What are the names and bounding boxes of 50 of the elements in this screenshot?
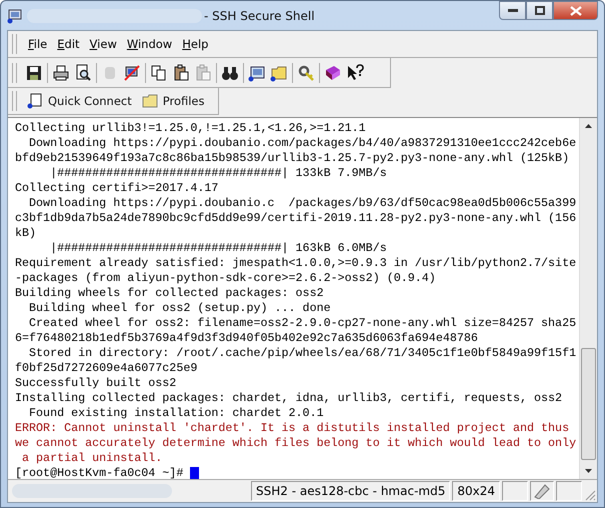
status-pane: [502, 481, 528, 501]
profiles-button[interactable]: Profiles: [138, 93, 208, 109]
menu-item[interactable]: Edit: [52, 37, 85, 51]
computer-icon: [7, 8, 23, 24]
terminal-line: Building wheels for collected packages: oss2: [15, 286, 325, 301]
terminal-line: kB): [15, 226, 38, 241]
terminal-line: Created wheel for oss2: filename=oss2-2.9.0-cp27-none-any.whl size=84257 sha25: [28, 316, 578, 331]
quick-connect-button[interactable]: Quick Connect: [23, 93, 136, 109]
terminal-line: Requirement already satisfied: jmespath<1.0.0,>=0.9.3 in /usr/lib/python2.7/site: [15, 256, 578, 271]
terminal-line: we cannot accurately determine which files belong to it which would lead to only: [15, 436, 578, 451]
terminal-line: Downloading https://pypi.doubanio.com/packages/b4/40/a9837291310ee1ccc242ceb6e: [28, 136, 578, 151]
menu-item[interactable]: Window: [122, 37, 178, 51]
terminal-line: Collecting urllib3!=1.25.0,!=1.25.1,<1.26,>=1.21.1: [15, 121, 367, 136]
terminal-line: ERROR: Cannot uninstall 'chardet'. It is a distutils installed project and thus: [15, 421, 570, 436]
window-title: - SSH Secure Shell: [204, 8, 315, 22]
terminal-line: 6=f76480218b1edf5b3769a4f9d3f3d940f05b402e92c7a635d6063fa694e48786: [15, 331, 479, 346]
close-button[interactable]: [553, 1, 598, 20]
terminal-line: f0bf25d7272609e4a6077c25e9: [15, 361, 198, 376]
menu-item[interactable]: View: [84, 37, 122, 51]
minimize-icon: [508, 8, 518, 12]
terminal-line: Stored in directory: /root/.cache/pip/wheels/ea/68/71/3405c1f1e0bf5849a99f15f1: [28, 346, 578, 361]
maximize-icon: [534, 6, 544, 15]
folder-icon: [142, 93, 158, 109]
terminal-line: -packages (from aliyun-python-sdk-core>=2.6.2->oss2) (0.9.4): [15, 271, 437, 286]
terminal-line: Collecting certifi>=2017.4.17: [15, 181, 220, 196]
status-pane: [556, 481, 582, 501]
terminal-line: |################################| 133kB 7.9MB/s: [49, 166, 388, 181]
terminal-line: Successfully built oss2: [15, 376, 178, 391]
close-icon: [570, 6, 582, 16]
terminal-line: Installing collected packages: chardet, idna, urllib3, certifi, requests, oss2: [15, 391, 564, 406]
terminal-line: Building wheel for oss2 (setup.py) ... done: [28, 301, 332, 316]
computer-icon: [27, 93, 43, 109]
terminal-line: |################################| 163kB 6.0MB/s: [49, 241, 388, 256]
text-cursor: [190, 466, 200, 479]
resize-grip-icon: [584, 489, 596, 501]
terminal-line: a partial uninstall.: [21, 451, 164, 466]
menu-item[interactable]: Help: [177, 37, 214, 51]
scroll-up-icon[interactable]: [584, 123, 593, 129]
terminal-line: Downloading https://pypi.doubanio.c /packages/b9/63/df50cac98ea0d5b006c55a399: [28, 196, 578, 211]
vertical-scrollbar[interactable]: [579, 118, 597, 479]
scroll-down-icon[interactable]: [584, 468, 593, 474]
terminal-line: c3bf1db9da7b5a24de7890bc9cfd5dd9e99/certifi-2019.11.28-py2.py3-none-any.whl (156: [15, 211, 578, 226]
connection-info: SSH2 - aes128-cbc - hmac-md5: [250, 481, 450, 501]
terminal-line: Found existing installation: chardet 2.0.1: [28, 406, 325, 421]
minimize-button[interactable]: [499, 1, 526, 20]
shell-prompt: [root@HostKvm-fa0c04 ~]#: [15, 466, 184, 479]
terminal-line: bfd9eb21539649f193a7c8c86ba15b98539/urllib3-1.25.7-py2.py3-none-any.whl (125kB): [15, 151, 570, 166]
maximize-button[interactable]: [526, 1, 553, 20]
terminal-size: 80x24: [452, 481, 500, 501]
menu-item[interactable]: File: [23, 37, 52, 51]
